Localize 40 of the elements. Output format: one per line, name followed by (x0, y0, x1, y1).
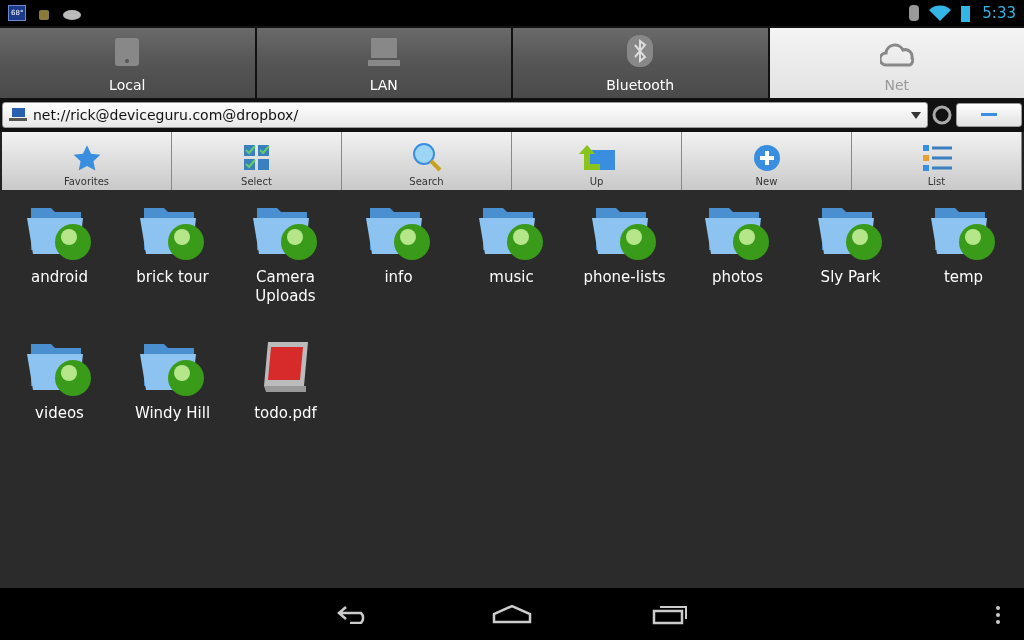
file-name[interactable]: info (346, 268, 451, 287)
battery-icon (961, 4, 971, 22)
toolbar-button[interactable]: Up (512, 132, 682, 190)
file-name[interactable]: Windy Hill (120, 404, 225, 423)
file-name[interactable]: videos (7, 404, 112, 423)
laptop-icon (9, 108, 27, 122)
laptop-icon (367, 37, 400, 67)
file-name[interactable]: Sly Park (798, 268, 903, 287)
minus-icon (981, 113, 997, 117)
recent-apps-icon[interactable] (652, 603, 688, 625)
tab[interactable]: Bluetooth (513, 28, 768, 98)
star-icon (71, 144, 102, 172)
clock: 5:33 (982, 4, 1016, 22)
folder-up-icon (577, 144, 616, 172)
tablet-icon (114, 37, 141, 67)
list-icon (921, 144, 952, 172)
file-name[interactable]: music (459, 268, 564, 287)
home-icon[interactable] (492, 604, 532, 624)
toolbar-button[interactable]: Select (172, 132, 342, 190)
tab[interactable]: LAN (256, 28, 511, 98)
address-field[interactable]: net://rick@deviceguru.com@dropbox/ (2, 102, 928, 128)
dropdown-caret-icon[interactable] (911, 111, 921, 119)
toolbar-button[interactable]: New (682, 132, 852, 190)
checkbox-grid-icon (242, 144, 271, 172)
file-name[interactable]: android (7, 268, 112, 287)
file-name[interactable]: phone-lists (572, 268, 677, 287)
toolbar-button[interactable]: Favorites (2, 132, 172, 190)
tab[interactable]: Local (0, 28, 255, 98)
file-name[interactable]: photos (685, 268, 790, 287)
overflow-menu-icon[interactable] (996, 606, 1000, 624)
file-name[interactable]: todo.pdf (233, 404, 338, 423)
toolbar-button[interactable]: List (852, 132, 1022, 190)
file-name[interactable]: Camera Uploads (233, 268, 338, 306)
plus-circle-icon (752, 144, 781, 172)
file-name[interactable]: brick tour (120, 268, 225, 287)
toolbar-button[interactable]: Search (342, 132, 512, 190)
wifi-icon (929, 5, 952, 21)
refresh-icon[interactable] (931, 104, 953, 126)
search-icon (411, 142, 442, 172)
file-name[interactable]: temp (911, 268, 1016, 287)
